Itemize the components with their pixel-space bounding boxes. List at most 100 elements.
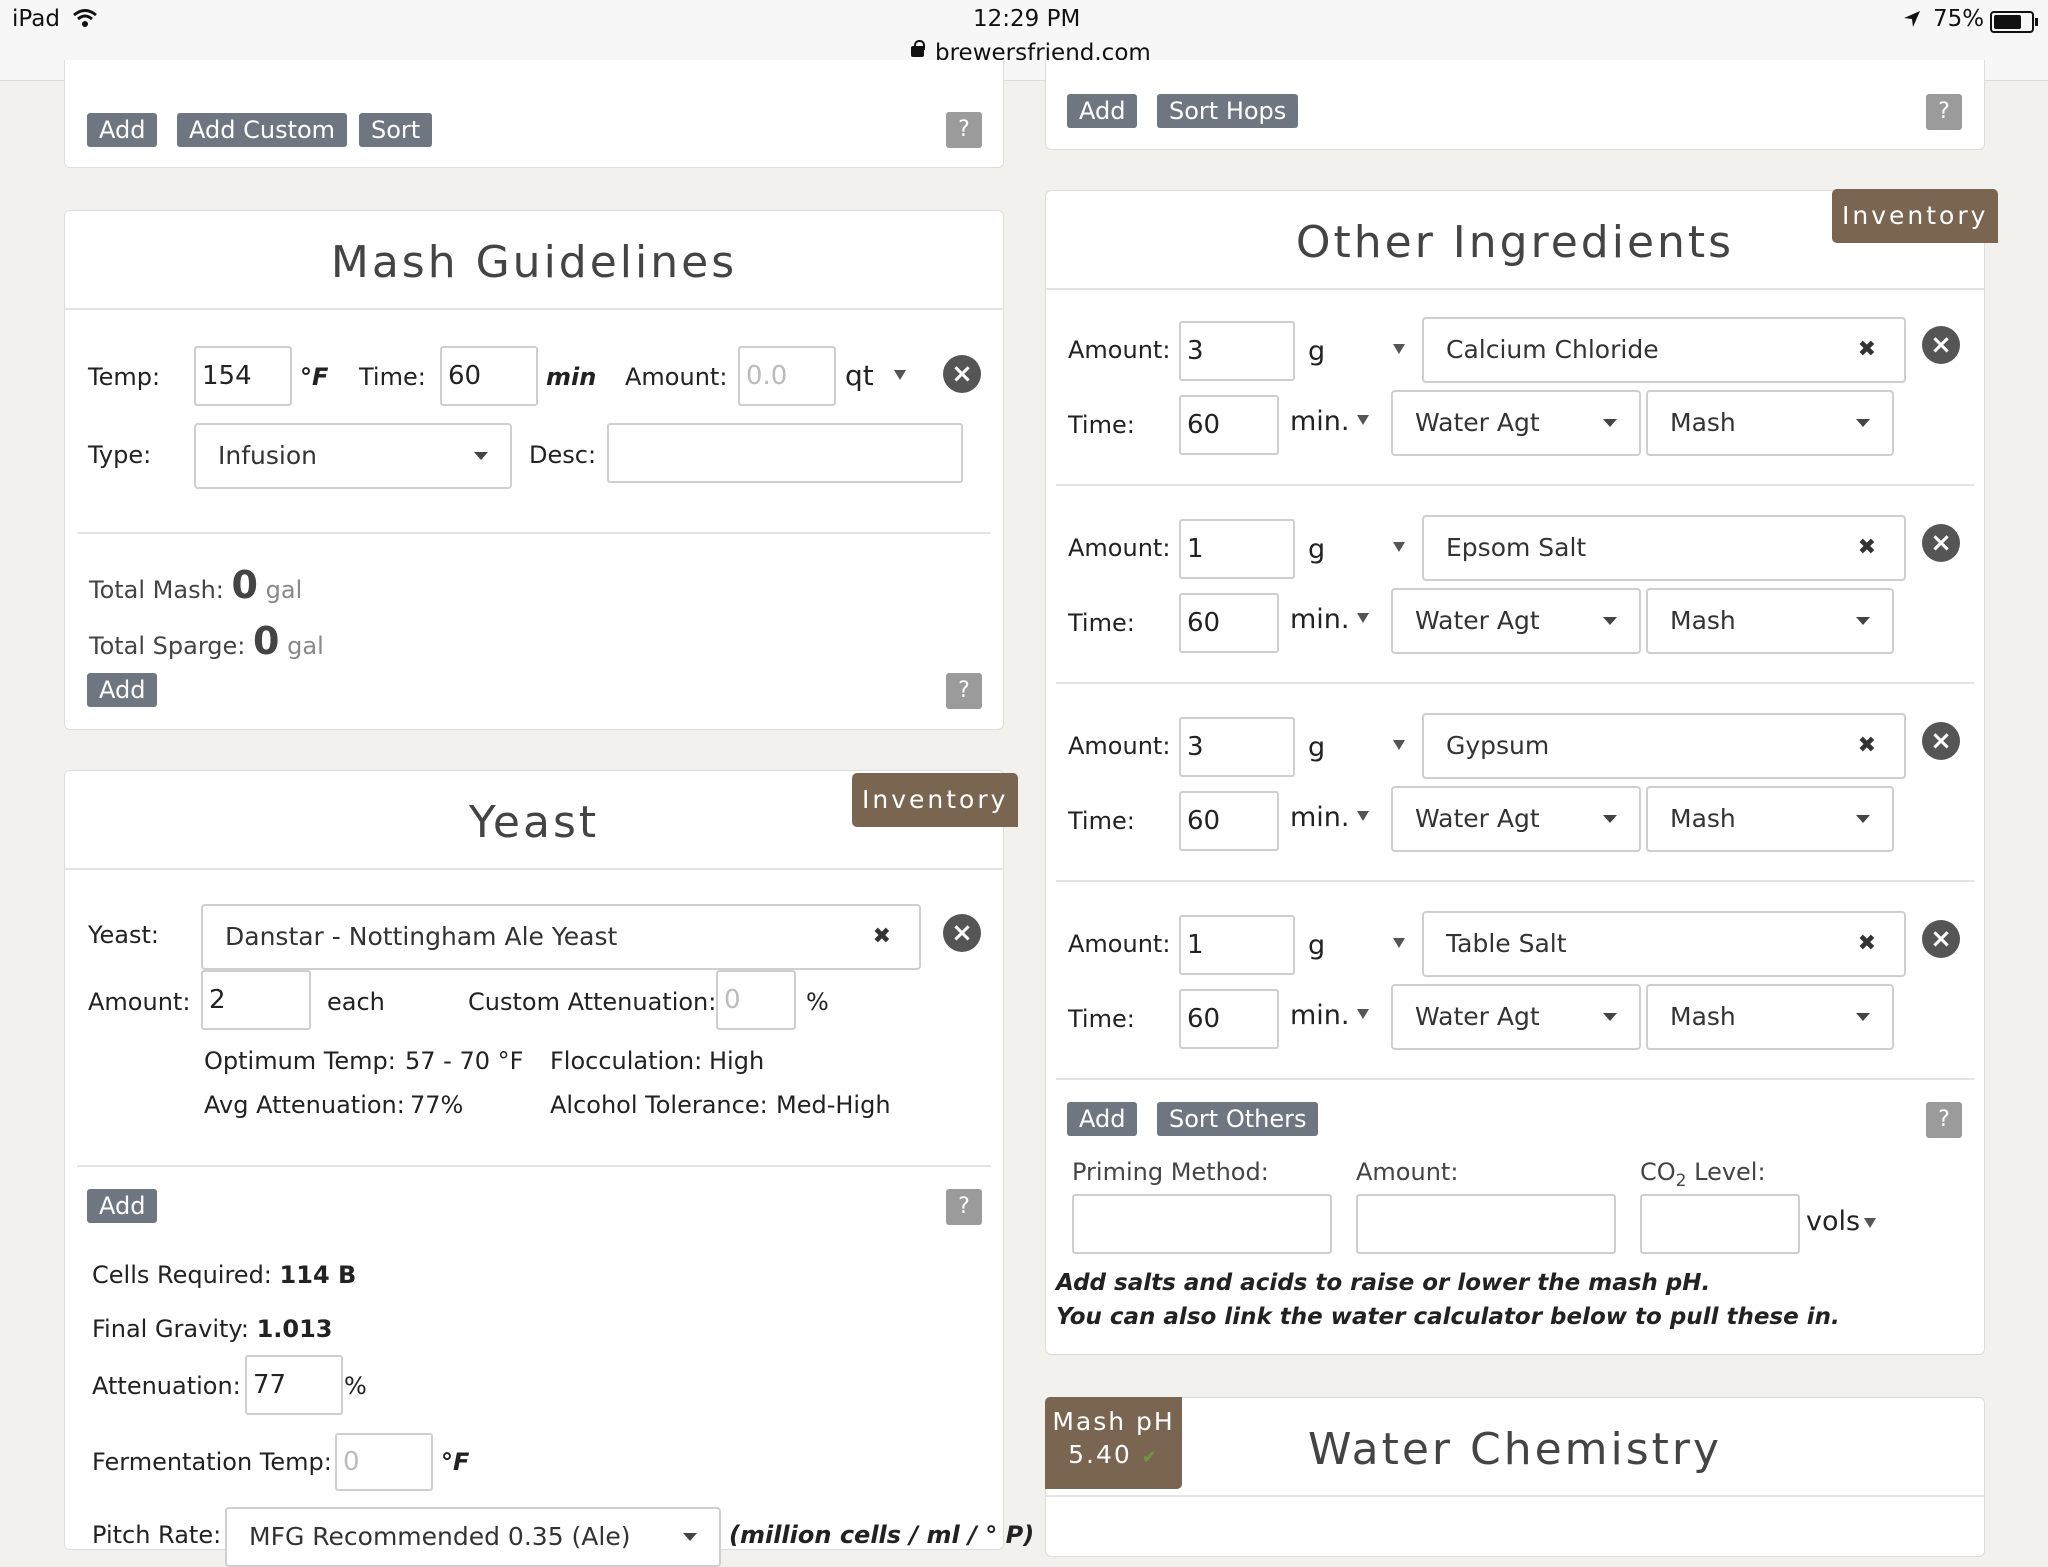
custom-attenuation-label: Custom Attenuation: xyxy=(468,988,717,1016)
type-select[interactable]: Infusion xyxy=(194,423,512,489)
ingredient-time-unit-caret-icon[interactable] xyxy=(1357,811,1369,821)
mash-help-button[interactable]: ? xyxy=(946,673,982,709)
amount-unit-select[interactable]: qt xyxy=(845,359,874,392)
co2-unit-caret-icon[interactable] xyxy=(1864,1218,1876,1228)
ingredient-use: Mash xyxy=(1670,408,1736,437)
clock: 12:29 PM xyxy=(973,6,1081,32)
ingredient-amount-input[interactable]: 1 xyxy=(1179,519,1295,579)
amount-unit-caret-icon[interactable] xyxy=(894,370,906,380)
chevron-down-icon xyxy=(1856,617,1870,625)
priming-amount-input[interactable] xyxy=(1356,1194,1616,1254)
clear-icon[interactable]: ✖ xyxy=(873,906,891,968)
yeast-amount-input[interactable]: 2 xyxy=(201,970,311,1030)
sort-others-button[interactable]: Sort Others xyxy=(1157,1102,1319,1136)
other-add-button[interactable]: Add xyxy=(1067,1102,1138,1136)
ingredient-use-select[interactable]: Mash xyxy=(1646,984,1894,1050)
ingredient-unit-select[interactable]: g xyxy=(1308,732,1325,763)
ingredient-unit-select[interactable]: g xyxy=(1308,336,1325,367)
fermentables-help-button[interactable]: ? xyxy=(946,112,982,148)
attenuation-label: Attenuation: xyxy=(92,1372,241,1400)
ingredient-type-select[interactable]: Water Agt xyxy=(1391,984,1641,1050)
fermentables-sort-button[interactable]: Sort xyxy=(359,113,433,147)
ingredient-name-select[interactable]: Epsom Salt ✖ xyxy=(1422,515,1906,581)
clear-icon[interactable]: ✖ xyxy=(1858,715,1876,777)
remove-ingredient-icon[interactable]: × xyxy=(1922,920,1960,958)
ingredient-unit-caret-icon[interactable] xyxy=(1393,542,1405,552)
co2-level-input[interactable] xyxy=(1640,1194,1800,1254)
ingredient-unit-caret-icon[interactable] xyxy=(1393,740,1405,750)
ingredient-time-unit-select[interactable]: min. xyxy=(1290,1000,1350,1031)
desc-input[interactable] xyxy=(607,423,963,483)
ingredient-time-unit-select[interactable]: min. xyxy=(1290,604,1350,635)
priming-method-input[interactable] xyxy=(1072,1194,1332,1254)
clear-icon[interactable]: ✖ xyxy=(1858,517,1876,579)
ingredient-time-input[interactable]: 60 xyxy=(1179,395,1279,455)
ingredients-note-1: Add salts and acids to raise or lower th… xyxy=(1056,1270,1711,1296)
ingredient-name-select[interactable]: Table Salt ✖ xyxy=(1422,911,1906,977)
ingredient-use-select[interactable]: Mash xyxy=(1646,390,1894,456)
ingredient-time-input[interactable]: 60 xyxy=(1179,593,1279,653)
ingredient-unit-select[interactable]: g xyxy=(1308,534,1325,565)
co2-unit-select[interactable]: vols xyxy=(1806,1206,1860,1237)
yeast-inventory-button[interactable]: Inventory xyxy=(852,773,1019,827)
remove-mash-step-icon[interactable]: × xyxy=(943,355,981,393)
pitch-rate-unit: (million cells / ml / ° P) xyxy=(729,1521,1035,1549)
hops-add-button[interactable]: Add xyxy=(1067,94,1138,128)
ingredient-use-select[interactable]: Mash xyxy=(1646,786,1894,852)
clear-icon[interactable]: ✖ xyxy=(1858,319,1876,381)
remove-yeast-icon[interactable]: × xyxy=(943,914,981,952)
ingredient-time-unit-caret-icon[interactable] xyxy=(1357,613,1369,623)
time-input[interactable]: 60 xyxy=(440,346,538,406)
remove-ingredient-icon[interactable]: × xyxy=(1922,524,1960,562)
chevron-down-icon xyxy=(1603,815,1617,823)
ingredient-amount-input[interactable]: 3 xyxy=(1179,717,1295,777)
priming-amount-label: Amount: xyxy=(1356,1158,1459,1186)
ingredient-name-select[interactable]: Calcium Chloride ✖ xyxy=(1422,317,1906,383)
location-arrow-icon xyxy=(1904,11,1920,27)
battery-icon xyxy=(1990,11,2038,33)
ingredient-type-select[interactable]: Water Agt xyxy=(1391,588,1641,654)
amount-input[interactable]: 0.0 xyxy=(738,346,836,406)
attenuation-input[interactable]: 77 xyxy=(245,1355,343,1415)
alcohol-tolerance-value: Med-High xyxy=(776,1091,891,1119)
hops-help-button[interactable]: ? xyxy=(1926,94,1962,130)
ingredient-name: Table Salt xyxy=(1446,929,1567,958)
yeast-add-button[interactable]: Add xyxy=(87,1189,158,1223)
wifi-icon xyxy=(73,9,97,27)
ingredient-use-select[interactable]: Mash xyxy=(1646,588,1894,654)
total-sparge: Total Sparge: 0 gal xyxy=(89,619,324,663)
remove-ingredient-icon[interactable]: × xyxy=(1922,326,1960,364)
ingredient-time-input[interactable]: 60 xyxy=(1179,791,1279,851)
clear-icon[interactable]: ✖ xyxy=(1858,913,1876,975)
other-help-button[interactable]: ? xyxy=(1926,1102,1962,1138)
ingredient-type-select[interactable]: Water Agt xyxy=(1391,786,1641,852)
custom-attenuation-input[interactable]: 0 xyxy=(716,970,796,1030)
ingredient-unit-caret-icon[interactable] xyxy=(1393,938,1405,948)
temp-input[interactable]: 154 xyxy=(194,346,292,406)
ingredient-name-select[interactable]: Gypsum ✖ xyxy=(1422,713,1906,779)
ingredient-time-unit-caret-icon[interactable] xyxy=(1357,415,1369,425)
ingredient-amount-input[interactable]: 3 xyxy=(1179,321,1295,381)
ingredient-time-unit-caret-icon[interactable] xyxy=(1357,1009,1369,1019)
fermentables-panel-footer: Add Add Custom Sort ? xyxy=(64,60,1004,168)
ingredient-unit-caret-icon[interactable] xyxy=(1393,344,1405,354)
fermentation-temp-input[interactable]: 0 xyxy=(335,1433,433,1491)
ingredient-unit-select[interactable]: g xyxy=(1308,930,1325,961)
chevron-down-icon xyxy=(474,452,488,460)
ingredient-amount-input[interactable]: 1 xyxy=(1179,915,1295,975)
pitch-rate-select[interactable]: MFG Recommended 0.35 (Ale) xyxy=(225,1507,721,1567)
other-inventory-button[interactable]: Inventory xyxy=(1832,189,1999,243)
hops-panel-footer: Add Sort Hops ? xyxy=(1045,60,1985,150)
ingredient-type-select[interactable]: Water Agt xyxy=(1391,390,1641,456)
ingredient-time-unit-select[interactable]: min. xyxy=(1290,802,1350,833)
ingredient-name: Calcium Chloride xyxy=(1446,335,1659,364)
mash-add-button[interactable]: Add xyxy=(87,673,158,707)
remove-ingredient-icon[interactable]: × xyxy=(1922,722,1960,760)
ingredient-time-unit-select[interactable]: min. xyxy=(1290,406,1350,437)
fermentables-add-custom-button[interactable]: Add Custom xyxy=(177,113,348,147)
yeast-select[interactable]: Danstar - Nottingham Ale Yeast ✖ xyxy=(201,904,921,970)
fermentables-add-button[interactable]: Add xyxy=(87,113,158,147)
yeast-help-button[interactable]: ? xyxy=(946,1189,982,1225)
sort-hops-button[interactable]: Sort Hops xyxy=(1157,94,1299,128)
ingredient-time-input[interactable]: 60 xyxy=(1179,989,1279,1049)
